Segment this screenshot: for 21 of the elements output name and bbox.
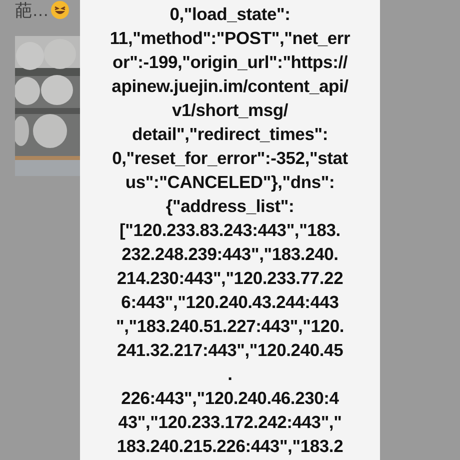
message-text: us":"CANCELED"},"dns": — [125, 171, 335, 194]
message-text: v1/short_msg/ — [172, 99, 288, 122]
message-text: 183.240.215.226:443","183.2 — [116, 435, 344, 458]
message-text: {"address_list": — [166, 195, 294, 218]
message-text: 226:443","120.240.46.230:4 — [121, 387, 339, 410]
post-text: 葩… — [15, 0, 49, 22]
message-text: ","183.240.51.227:443","120. — [116, 315, 344, 338]
message-text: 0,"reset_for_error":-352,"stat — [112, 147, 348, 170]
message-text: . — [228, 363, 232, 386]
message-text: detail","redirect_times": — [132, 123, 328, 146]
laughing-emoji-icon — [50, 0, 70, 20]
message-text: 0,"load_state": — [170, 3, 290, 26]
message-text: 241.32.217:443","120.240.45 — [116, 339, 344, 362]
message-text: 214.230:443","120.233.77.22 — [116, 267, 344, 290]
message-text: or":-199,"origin_url":"https:// — [112, 51, 348, 74]
message-text: 232.248.239:443","183.240. — [122, 243, 338, 266]
message-text: 43","120.233.172.242:443"," — [118, 411, 342, 434]
message-text: apinew.juejin.im/content_api/ — [112, 75, 348, 98]
message-text: 6:443","120.240.43.244:443 — [121, 291, 339, 314]
message-text: ["120.233.83.243:443","183. — [120, 219, 340, 242]
message-text: 11,"method":"POST","net_err — [110, 27, 350, 50]
